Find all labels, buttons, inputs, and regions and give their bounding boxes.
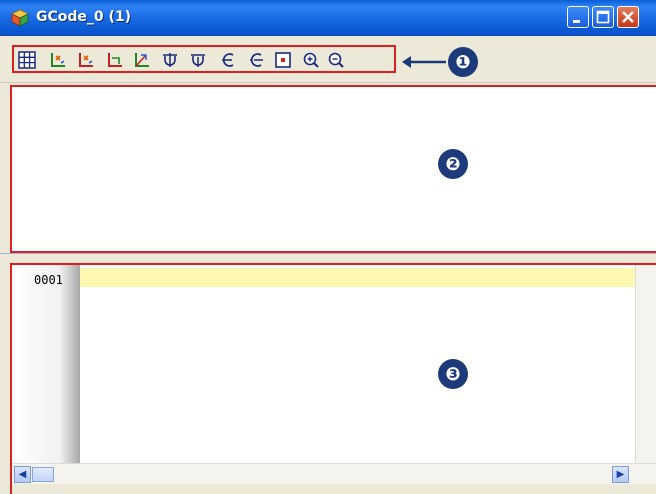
toolbar: [0, 36, 656, 83]
current-line-highlight[interactable]: [80, 268, 635, 287]
flip-vertical-button[interactable]: [160, 50, 180, 70]
minimize-button[interactable]: [567, 6, 589, 28]
zoom-out-icon: [327, 51, 345, 69]
maximize-icon: [593, 10, 613, 31]
gcode-window: GCode_0 (1) ❶ ❷ 0001 ◀ ▶ ❸: [0, 0, 656, 494]
rotate-right-button[interactable]: [246, 50, 266, 70]
flip-vertical-alt-icon: [189, 51, 207, 69]
callout-2: ❷: [438, 149, 468, 179]
bottom-strip: [12, 484, 656, 494]
graphic-preview-area[interactable]: [10, 85, 656, 253]
axis-xz-button[interactable]: [76, 50, 96, 70]
callout-arrow-icon: [402, 56, 446, 68]
axis-xy-icon: [49, 51, 67, 69]
grid-button[interactable]: [17, 50, 37, 70]
arrow-right-icon: ▶: [616, 469, 625, 480]
callout-3: ❸: [438, 359, 468, 389]
maximize-button[interactable]: [592, 6, 614, 28]
axis-3d-icon: [133, 51, 151, 69]
window-title: GCode_0 (1): [36, 9, 132, 25]
axis-xy-button[interactable]: [48, 50, 68, 70]
axis-3d-button[interactable]: [132, 50, 152, 70]
zoom-in-button[interactable]: [301, 50, 321, 70]
title-bar[interactable]: GCode_0 (1): [0, 0, 656, 36]
scroll-right-button[interactable]: ▶: [612, 466, 629, 483]
rotate-left-button[interactable]: [218, 50, 238, 70]
axis-yz-icon: [106, 51, 124, 69]
zoom-out-button[interactable]: [326, 50, 346, 70]
scroll-thumb[interactable]: [32, 467, 54, 482]
axis-yz-button[interactable]: [105, 50, 125, 70]
arrow-left-icon: ◀: [18, 469, 27, 480]
close-icon: [618, 11, 638, 31]
flip-vertical-alt-button[interactable]: [188, 50, 208, 70]
toolbar-highlight: [12, 45, 396, 73]
rotate-left-icon: [219, 51, 237, 69]
axis-xz-icon: [77, 51, 95, 69]
flip-vertical-icon: [161, 51, 179, 69]
fit-view-icon: [274, 51, 292, 69]
line-number: 0001: [34, 273, 63, 287]
minimize-icon: [568, 12, 588, 31]
app-cube-icon: [10, 8, 30, 28]
pane-splitter[interactable]: [0, 253, 656, 263]
vertical-scrollbar[interactable]: [635, 265, 656, 463]
line-number-gutter: 0001: [12, 265, 80, 463]
callout-1: ❶: [448, 47, 478, 77]
horizontal-scrollbar[interactable]: ◀ ▶: [12, 463, 656, 485]
zoom-in-icon: [302, 51, 320, 69]
gcode-editor[interactable]: 0001 ◀ ▶: [10, 263, 656, 494]
fit-view-button[interactable]: [273, 50, 293, 70]
scroll-left-button[interactable]: ◀: [14, 466, 31, 483]
rotate-right-icon: [247, 51, 265, 69]
grid-icon: [18, 51, 36, 69]
close-button[interactable]: [617, 6, 639, 28]
